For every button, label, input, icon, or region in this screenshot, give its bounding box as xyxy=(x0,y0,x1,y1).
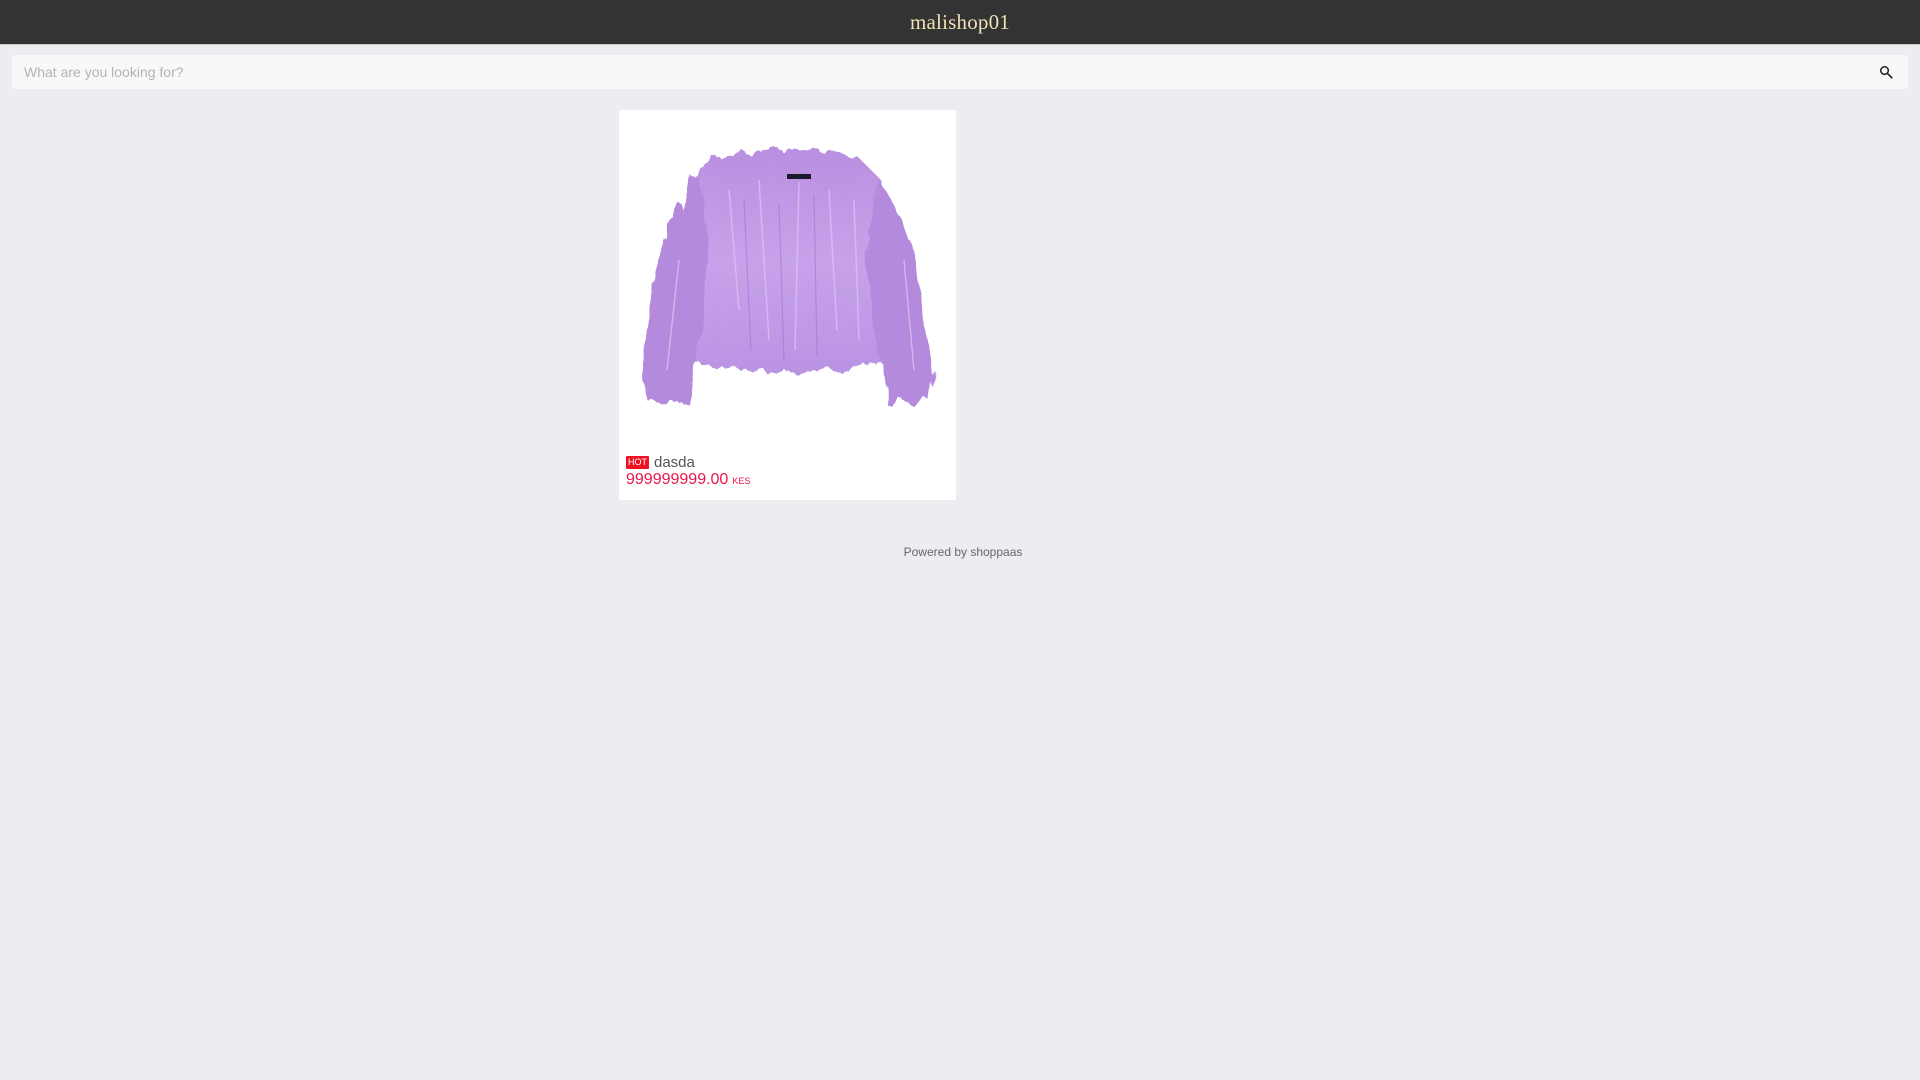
product-image[interactable] xyxy=(619,110,956,447)
hot-badge: HOT xyxy=(626,455,649,469)
product-name[interactable]: dasda xyxy=(654,454,695,471)
search-button[interactable] xyxy=(1864,55,1908,89)
powered-by-text: Powered by shoppaas xyxy=(903,545,1023,559)
shop-title[interactable]: malishop01 xyxy=(910,10,1010,35)
search-icon xyxy=(1879,65,1893,79)
purple-fluffy-sweater-image xyxy=(643,149,932,405)
search-bar xyxy=(12,55,1908,89)
search-input[interactable] xyxy=(12,55,1864,89)
top-header: malishop01 xyxy=(0,0,1920,45)
footer: Powered by shoppaas xyxy=(0,545,1920,559)
product-card[interactable]: HOT dasda 999999999.00 KES xyxy=(619,110,956,500)
product-price: 999999999.00 xyxy=(626,471,729,488)
currency-label: KES xyxy=(732,476,751,486)
